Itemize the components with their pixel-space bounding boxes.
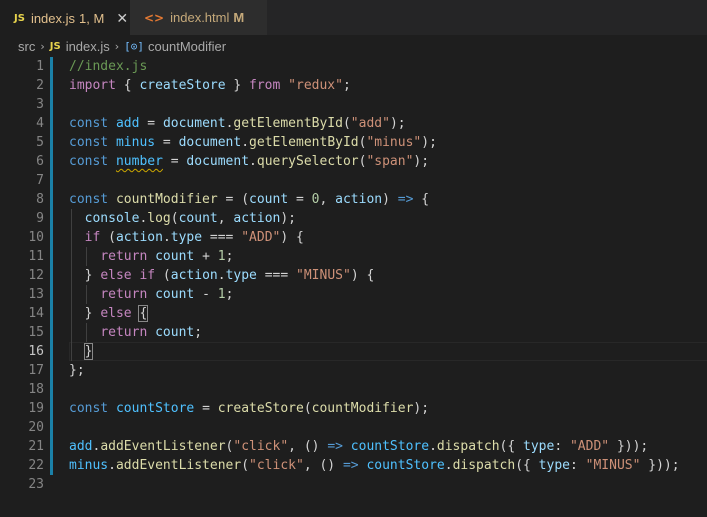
code-line: const add = document.getElementById("add… [69, 116, 406, 131]
code-line: //index.js [69, 59, 148, 74]
chevron-right-icon: › [114, 39, 120, 53]
breadcrumb-file[interactable]: index.js [66, 39, 110, 54]
modified-line-marker [50, 418, 53, 437]
breadcrumb-folder[interactable]: src [18, 39, 35, 54]
code-line: const countModifier = (count = 0, action… [69, 192, 430, 207]
code-line: const number = document.querySelector("s… [69, 154, 430, 169]
code-line: add.addEventListener("click", () => coun… [69, 439, 649, 454]
breadcrumb-symbol[interactable]: countModifier [148, 39, 226, 54]
code-line: minus.addEventListener("click", () => co… [69, 458, 680, 473]
code-line: if (action.type === "ADD") { [84, 230, 304, 245]
line-number: 7 [36, 173, 44, 188]
modified-line-marker [50, 95, 53, 114]
code-line: }; [69, 363, 85, 378]
html-file-icon: <> [144, 10, 165, 25]
code-line: import { createStore } from "redux"; [69, 78, 351, 93]
modified-line-marker [50, 380, 53, 399]
code-line: return count + 1; [100, 249, 234, 264]
line-number: 23 [28, 477, 44, 492]
variable-symbol-icon: [⊙] [124, 39, 145, 53]
line-number: 3 [36, 97, 44, 112]
tab-bar: JS index.js 1, M ✕ <> index.html M [0, 0, 707, 35]
code-line: } else { [69, 305, 149, 322]
code-line: console.log(count, action); [84, 211, 297, 226]
code-line: } else if (action.type === "MINUS") { [69, 268, 375, 283]
chevron-right-icon: › [40, 39, 45, 53]
tab-status-badge: M [233, 10, 245, 25]
warning-squiggle: number [115, 154, 163, 169]
code-editor[interactable]: 1 2 3 4 5 6 7 8 9 10 11 12 13 14 15 16 1… [0, 57, 707, 517]
line-number: 20 [28, 420, 44, 435]
code-line: const countStore = createStore(countModi… [69, 401, 430, 416]
close-icon[interactable]: ✕ [116, 10, 128, 27]
code-line: return count; [100, 325, 203, 340]
tab-label: index.js [30, 10, 76, 26]
code-line: return count - 1; [100, 287, 234, 302]
code-line: } [69, 342, 94, 361]
modified-line-marker [50, 171, 53, 190]
matching-bracket: } [83, 343, 94, 360]
javascript-file-icon: JS [49, 40, 61, 52]
tab-status-badge: 1, M [79, 10, 105, 26]
javascript-file-icon: JS [14, 12, 25, 24]
matching-bracket: { [138, 305, 149, 322]
tab-label: index.html [170, 10, 230, 25]
code-line: const minus = document.getElementById("m… [69, 135, 437, 150]
line-number: 18 [28, 382, 44, 397]
tab-index-html[interactable]: <> index.html M [130, 0, 267, 35]
breadcrumb: src › JS index.js › [⊙] countModifier [0, 35, 707, 57]
tab-index-js[interactable]: JS index.js 1, M ✕ [0, 0, 130, 35]
